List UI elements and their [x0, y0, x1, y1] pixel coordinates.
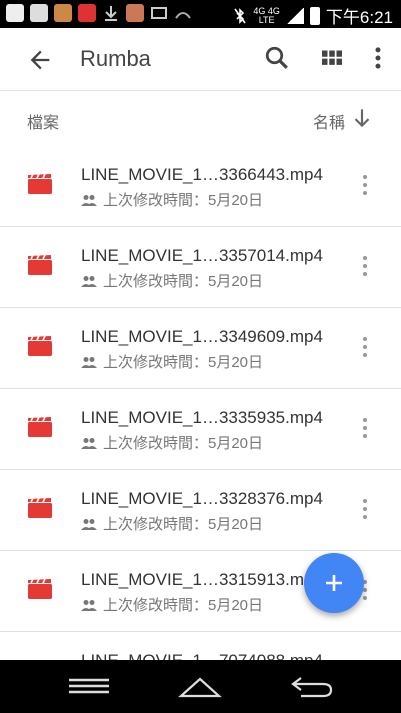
shared-people-icon — [81, 599, 97, 611]
more-vert-icon[interactable] — [356, 413, 374, 443]
video-file-icon — [28, 174, 52, 194]
file-row[interactable]: LINE_MOVIE_1…3335935.mp4 上次修改時間：5月20日 — [0, 389, 401, 470]
file-name: LINE_MOVIE_1…3349609.mp4 — [81, 327, 323, 346]
menu-icon[interactable] — [66, 672, 112, 700]
file-meta: 上次修改時間：5月20日 — [81, 513, 263, 534]
search-icon[interactable] — [262, 43, 292, 73]
page-title: Rumba — [80, 46, 151, 71]
grid-view-icon[interactable] — [317, 43, 347, 73]
more-vert-icon[interactable] — [356, 332, 374, 362]
more-vert-icon[interactable] — [356, 251, 374, 281]
file-meta: 上次修改時間：5月20日 — [81, 432, 263, 453]
status-bar: 4G 4G LTE 下午6:21 — [0, 0, 401, 28]
file-name: LINE_MOVIE_1…3335935.mp4 — [81, 408, 323, 427]
signal-icon — [285, 7, 304, 24]
file-meta: 上次修改時間：5月20日 — [81, 270, 263, 291]
file-row[interactable]: LINE_MOVIE_1…3328376.mp4 上次修改時間：5月20日 — [0, 470, 401, 551]
files-header-label: 檔案 — [27, 115, 60, 132]
home-icon[interactable] — [177, 672, 223, 700]
network-label: 4G 4G LTE — [253, 6, 280, 25]
video-file-icon — [28, 336, 52, 356]
shared-people-icon — [81, 437, 97, 449]
file-meta: 上次修改時間：5月20日 — [81, 351, 263, 372]
more-vert-icon[interactable] — [356, 170, 374, 200]
battery-icon — [309, 6, 320, 25]
app-notification-icon — [6, 4, 24, 22]
file-meta: 上次修改時間：5月20日 — [81, 189, 263, 210]
shared-people-icon — [81, 275, 97, 287]
shared-people-icon — [81, 194, 97, 206]
video-file-icon — [28, 498, 52, 518]
add-button[interactable] — [304, 553, 364, 613]
arrow-down-icon[interactable] — [349, 105, 375, 131]
modified-date: 上次修改時間：5月20日 — [103, 597, 264, 614]
video-file-icon — [28, 417, 52, 437]
bluetooth-off-icon — [234, 7, 247, 24]
notification-icons — [6, 4, 192, 22]
file-list: LINE_MOVIE_1…3366443.mp4 上次修改時間：5月20日 LINE… — [0, 146, 401, 713]
app-bar: Rumba — [0, 28, 401, 90]
arrow-back-icon[interactable] — [26, 46, 54, 74]
shared-people-icon — [81, 356, 97, 368]
file-name: LINE_MOVIE_1…3366443.mp4 — [81, 165, 323, 184]
cloud-icon — [174, 4, 192, 22]
shared-people-icon — [81, 518, 97, 530]
file-name: LINE_MOVIE_1…3357014.mp4 — [81, 246, 323, 265]
file-row[interactable]: LINE_MOVIE_1…3366443.mp4 上次修改時間：5月20日 — [0, 146, 401, 227]
system-nav-bar — [0, 660, 401, 713]
mail-icon — [150, 4, 168, 22]
file-row[interactable]: LINE_MOVIE_1…3349609.mp4 上次修改時間：5月20日 — [0, 308, 401, 389]
modified-date: 上次修改時間：5月20日 — [103, 435, 264, 452]
app-icon — [126, 4, 144, 22]
sort-bar: 檔案 名稱 — [0, 90, 401, 149]
back-icon[interactable] — [289, 672, 335, 700]
plus-icon — [326, 575, 342, 591]
file-meta: 上次修改時間：5月20日 — [81, 594, 263, 615]
file-name: LINE_MOVIE_1…3315913.mp4 — [81, 570, 323, 589]
sort-by-name-button[interactable]: 名稱 — [313, 109, 345, 133]
file-name: LINE_MOVIE_1…3328376.mp4 — [81, 489, 323, 508]
status-right: 4G 4G LTE 下午6:21 — [233, 3, 393, 28]
video-file-icon — [28, 579, 52, 599]
news-app-icon — [78, 4, 96, 22]
download-icon — [102, 4, 120, 22]
clock: 下午6:21 — [325, 8, 393, 27]
modified-date: 上次修改時間：5月20日 — [103, 354, 264, 371]
modified-date: 上次修改時間：5月20日 — [103, 273, 264, 290]
messenger-icon — [30, 4, 48, 22]
modified-date: 上次修改時間：5月20日 — [103, 192, 264, 209]
modified-date: 上次修改時間：5月20日 — [103, 516, 264, 533]
more-vert-icon[interactable] — [356, 494, 374, 524]
network-bottom: LTE — [258, 14, 275, 25]
more-vert-icon[interactable] — [363, 43, 393, 73]
file-row[interactable]: LINE_MOVIE_1…3357014.mp4 上次修改時間：5月20日 — [0, 227, 401, 308]
game-icon — [54, 4, 72, 22]
video-file-icon — [28, 255, 52, 275]
